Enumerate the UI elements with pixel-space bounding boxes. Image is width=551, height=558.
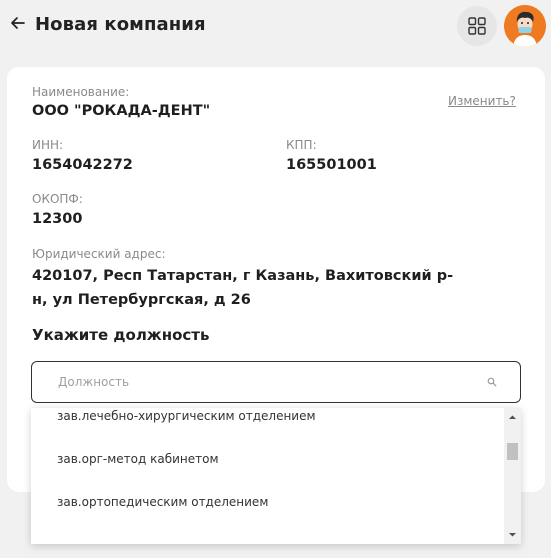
- caret-up-icon: [509, 415, 516, 419]
- apps-button[interactable]: [457, 6, 497, 46]
- dropdown-item[interactable]: зав.лечебно-хирургическим отделением: [57, 409, 316, 423]
- position-dropdown: зав.лечебно-хирургическим отделением зав…: [31, 408, 521, 544]
- name-value: ООО "РОКАДА-ДЕНТ": [32, 103, 211, 119]
- scroll-down-button[interactable]: [504, 526, 521, 543]
- dropdown-item[interactable]: зав.орг-метод кабинетом: [57, 452, 219, 466]
- page-title: Новая компания: [35, 14, 206, 35]
- kpp-value: 165501001: [286, 157, 377, 173]
- dropdown-item[interactable]: зав.ортопедическим отделением: [57, 495, 268, 509]
- search-icon: [487, 377, 497, 387]
- address-label: Юридический адрес:: [32, 247, 166, 261]
- okopf-label: ОКОПФ:: [32, 192, 83, 206]
- name-label: Наименование:: [32, 85, 130, 99]
- scrollbar-thumb[interactable]: [507, 443, 518, 460]
- header: Новая компания: [0, 0, 551, 55]
- dropdown-scrollbar[interactable]: [504, 408, 521, 544]
- back-button[interactable]: [8, 13, 28, 33]
- address-value: 420107, Респ Татарстан, г Казань, Вахито…: [32, 268, 454, 308]
- okopf-value: 12300: [32, 211, 83, 227]
- position-field[interactable]: [31, 361, 521, 403]
- arrow-left-icon: [11, 17, 25, 29]
- inn-value: 1654042272: [32, 157, 133, 173]
- kpp-label: КПП:: [286, 138, 317, 152]
- change-link[interactable]: Изменить?: [448, 94, 516, 108]
- avatar[interactable]: [504, 5, 546, 47]
- caret-down-icon: [509, 533, 516, 537]
- position-input[interactable]: [56, 372, 476, 392]
- inn-label: ИНН:: [32, 138, 64, 152]
- position-section-title: Укажите должность: [32, 326, 210, 344]
- scroll-up-button[interactable]: [504, 409, 521, 426]
- grid-icon: [468, 17, 486, 35]
- user-avatar-icon: [504, 5, 546, 47]
